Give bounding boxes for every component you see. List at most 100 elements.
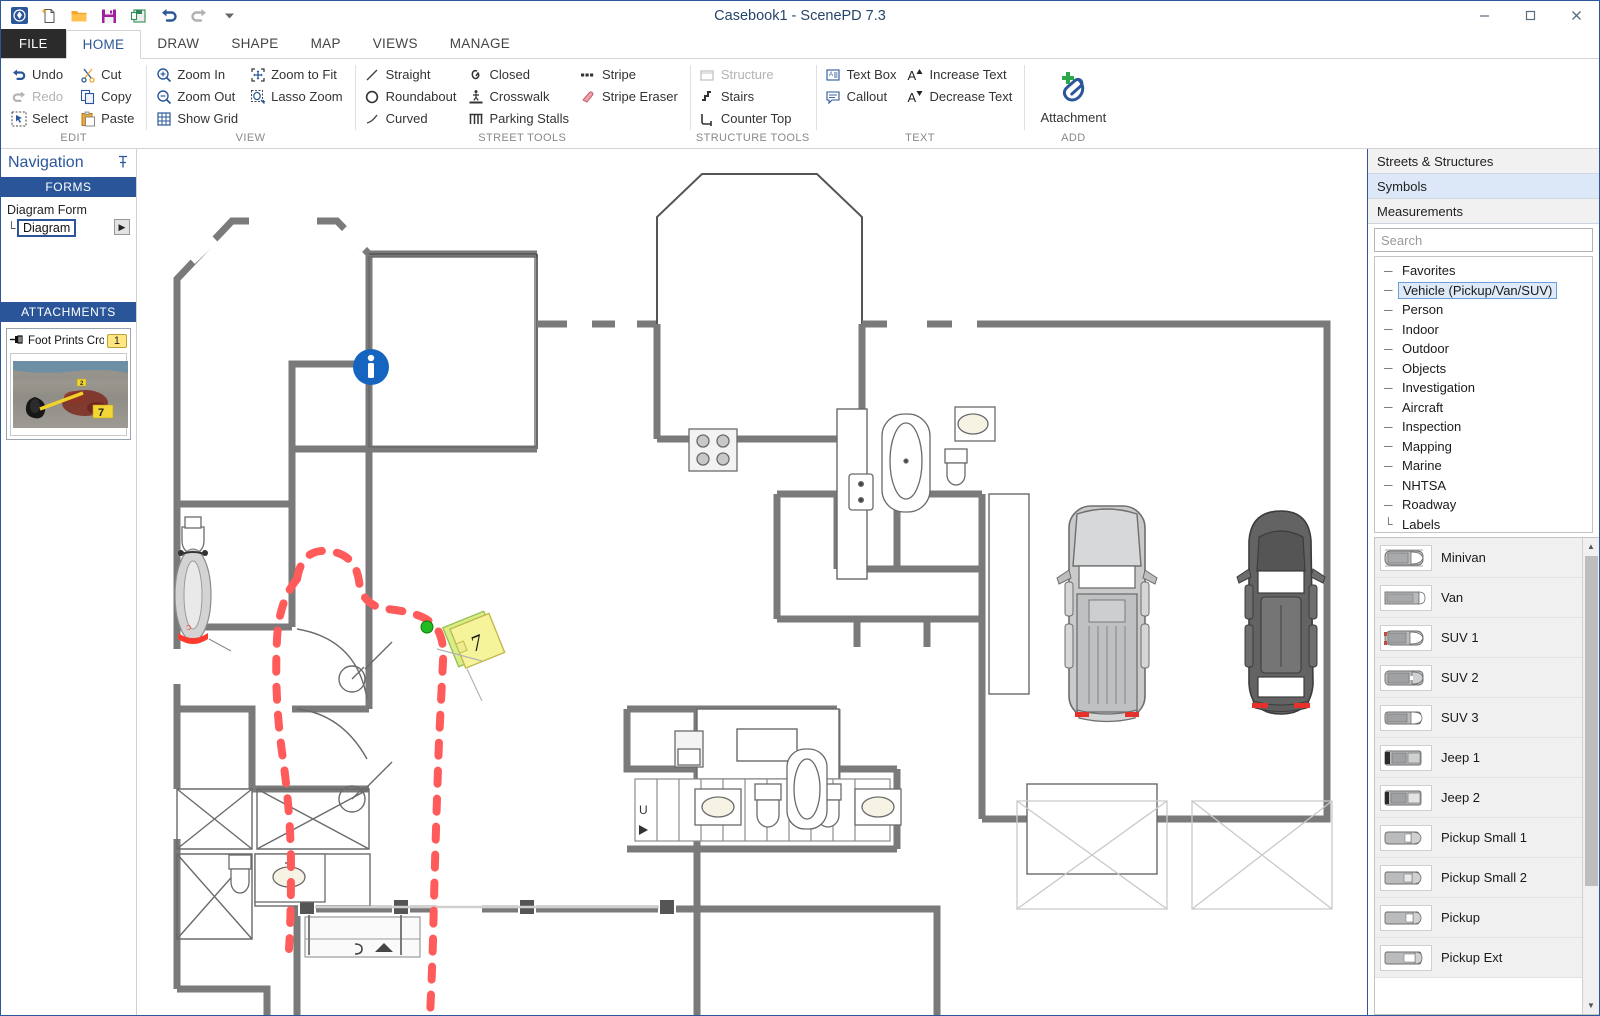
motorcycle-symbol: Ɔ [174, 548, 232, 652]
crosswalk-button[interactable]: Crosswalk [464, 86, 574, 107]
symbol-item-jeep-1[interactable]: Jeep 1 [1375, 738, 1582, 778]
stripe-eraser-button[interactable]: Stripe Eraser [577, 86, 684, 107]
point-marker [420, 620, 434, 634]
symbol-item-pickup-ext[interactable]: Pickup Ext [1375, 938, 1582, 978]
tree-item-mapping[interactable]: ─ Mapping [1375, 437, 1592, 457]
copy-button[interactable]: Copy [76, 86, 140, 107]
tab-streets-structures[interactable]: Streets & Structures [1368, 149, 1599, 174]
tab-measurements[interactable]: Measurements [1368, 199, 1599, 224]
navigation-title: Navigation [8, 154, 84, 171]
zoom-to-fit-button[interactable]: Zoom to Fit [246, 64, 349, 85]
scrollbar-thumb[interactable] [1585, 556, 1598, 886]
increase-text-button[interactable]: A Increase Text [904, 64, 1018, 85]
structure-button[interactable]: Structure [696, 64, 798, 85]
symbol-item-van[interactable]: Van [1375, 578, 1582, 618]
symbol-item-suv-2[interactable]: SUV 2 [1375, 658, 1582, 698]
undo-button[interactable]: Undo [7, 64, 74, 85]
symbol-item-pickup-small-2[interactable]: Pickup Small 2 [1375, 858, 1582, 898]
close-button[interactable] [1553, 1, 1599, 30]
zoom-out-button[interactable]: Zoom Out [152, 86, 244, 107]
tree-item-marine[interactable]: ─ Marine [1375, 456, 1592, 476]
parking-stalls-button[interactable]: Parking Stalls [464, 108, 574, 129]
stripe-button[interactable]: Stripe [577, 64, 684, 85]
counter-top-button[interactable]: Counter Top [696, 108, 798, 129]
scroll-up-arrow-icon[interactable]: ▲ [1582, 538, 1599, 555]
customize-qat-icon[interactable] [217, 5, 241, 27]
tab-views[interactable]: VIEWS [357, 29, 434, 58]
tree-item-vehicle[interactable]: ─ Vehicle (Pickup/Van/SUV) [1375, 281, 1592, 301]
symbol-item-pickup[interactable]: Pickup [1375, 898, 1582, 938]
redo-button[interactable]: Redo [7, 86, 74, 107]
form-item-diagram[interactable]: Diagram [17, 219, 77, 237]
straight-button[interactable]: Straight [361, 64, 463, 85]
cut-button[interactable]: Cut [76, 64, 140, 85]
tree-item-nhtsa[interactable]: ─ NHTSA [1375, 476, 1592, 496]
tab-manage[interactable]: MANAGE [434, 29, 526, 58]
symbol-list[interactable]: Minivan Van SUV 1 SUV 2 SUV 3 Jeep 1 Jee… [1375, 538, 1582, 1014]
show-grid-button[interactable]: Show Grid [152, 108, 244, 129]
maximize-button[interactable] [1507, 1, 1553, 30]
tree-item-labels[interactable]: └ Labels [1375, 515, 1592, 533]
scroll-down-arrow-icon[interactable]: ▼ [1582, 997, 1599, 1014]
save-as-icon[interactable] [127, 5, 151, 27]
form-root-label: Diagram Form [7, 203, 87, 217]
symbol-category-tree[interactable]: ─ Favorites ─ Vehicle (Pickup/Van/SUV) ─ Pe… [1374, 256, 1593, 533]
tree-item-outdoor[interactable]: ─ Outdoor [1375, 339, 1592, 359]
new-icon[interactable] [37, 5, 61, 27]
paste-button[interactable]: Paste [76, 108, 140, 129]
select-button[interactable]: Select [7, 108, 74, 129]
stripe-eraser-label: Stripe Eraser [601, 89, 678, 104]
tab-draw[interactable]: DRAW [141, 29, 215, 58]
undo-label: Undo [32, 67, 64, 82]
attachment-card[interactable]: Foot Prints Cro... 1 [6, 328, 131, 440]
tree-dash-icon: ─ [1384, 419, 1393, 434]
tab-home[interactable]: HOME [65, 30, 142, 59]
tab-map[interactable]: MAP [295, 29, 357, 58]
symbol-item-jeep-2[interactable]: Jeep 2 [1375, 778, 1582, 818]
save-icon[interactable] [97, 5, 121, 27]
tab-shape[interactable]: SHAPE [215, 29, 294, 58]
attachment-thumbnail[interactable]: 2 7 [10, 353, 128, 436]
tree-item-objects[interactable]: ─ Objects [1375, 359, 1592, 379]
symbol-item-pickup-small-1[interactable]: Pickup Small 1 [1375, 818, 1582, 858]
tree-item-aircraft[interactable]: ─ Aircraft [1375, 398, 1592, 418]
zoom-in-button[interactable]: Zoom In [152, 64, 244, 85]
curved-button[interactable]: Curved [361, 108, 463, 129]
stairs-button[interactable]: Stairs [696, 86, 798, 107]
diagram-canvas[interactable]: U Ɔ 7 [137, 149, 1367, 1015]
lasso-zoom-button[interactable]: Lasso Zoom [246, 86, 349, 107]
minimize-button[interactable] [1461, 1, 1507, 30]
closed-button[interactable]: Closed [464, 64, 574, 85]
tree-dash-icon: ─ [1384, 478, 1393, 493]
open-icon[interactable] [67, 5, 91, 27]
ribbon-group-label-structure: STRUCTURE TOOLS [695, 132, 810, 144]
counter-top-icon [699, 110, 716, 127]
pin-icon[interactable] [117, 155, 129, 172]
tab-symbols[interactable]: Symbols [1368, 174, 1599, 199]
symbol-item-suv-1[interactable]: SUV 1 [1375, 618, 1582, 658]
search-input[interactable] [1374, 228, 1593, 252]
tree-item-roadway[interactable]: ─ Roadway [1375, 495, 1592, 515]
tree-item-indoor[interactable]: ─ Indoor [1375, 320, 1592, 340]
decrease-text-button[interactable]: A Decrease Text [904, 86, 1018, 107]
tree-item-investigation[interactable]: ─ Investigation [1375, 378, 1592, 398]
undo-icon[interactable] [157, 5, 181, 27]
minivan-top-view-icon [1380, 544, 1432, 571]
callout-button[interactable]: Callout [822, 86, 903, 107]
van-top-view-icon [1380, 584, 1432, 611]
tree-item-person[interactable]: ─ Person [1375, 300, 1592, 320]
redo-icon[interactable] [187, 5, 211, 27]
text-box-button[interactable]: A Text Box [822, 64, 903, 85]
expand-arrow-icon[interactable]: ▶ [114, 219, 130, 235]
roundabout-button[interactable]: Roundabout [361, 86, 463, 107]
tree-item-inspection[interactable]: ─ Inspection [1375, 417, 1592, 437]
symbol-list-scrollbar[interactable]: ▲ ▼ [1582, 538, 1599, 1014]
tab-file[interactable]: FILE [1, 29, 66, 58]
symbol-item-suv-3[interactable]: SUV 3 [1375, 698, 1582, 738]
symbol-item-minivan[interactable]: Minivan [1375, 538, 1582, 578]
app-logo-icon[interactable] [7, 5, 31, 27]
tree-item-favorites[interactable]: ─ Favorites [1375, 261, 1592, 281]
attachment-button[interactable]: Attachment [1030, 64, 1116, 125]
paste-label: Paste [101, 111, 135, 126]
zoom-out-label: Zoom Out [177, 89, 236, 104]
